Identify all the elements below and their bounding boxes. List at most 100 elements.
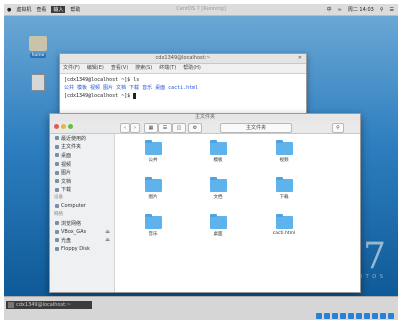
terminal-title: cdx1349@localhost:~	[155, 55, 211, 61]
folder-icon	[144, 140, 162, 155]
folder-icon	[275, 177, 293, 192]
shared-folder-icon[interactable]	[340, 313, 346, 319]
menu-list-icon[interactable]: ☰	[390, 7, 394, 13]
terminal-menu-edit[interactable]: 编辑(E)	[87, 64, 104, 73]
path-bar[interactable]: 主文件夹	[220, 123, 292, 133]
terminal-menu-help[interactable]: 帮助(H)	[183, 64, 201, 73]
list-view-icon[interactable]: ☰	[158, 123, 172, 133]
folder-item[interactable]: 视频	[261, 140, 307, 163]
file-manager-window[interactable]: 主文件夹 ‹ › ▦ ☰ ◫ ⚙ 主文件夹 ⚲ 最近使用的 主文件夹 桌面 视频…	[49, 113, 361, 293]
back-icon[interactable]: ‹	[120, 123, 130, 133]
disk-icon[interactable]	[316, 313, 322, 319]
eject-icon[interactable]: ⏏	[105, 237, 110, 243]
folder-item[interactable]: 公共	[130, 140, 176, 163]
home-folder-icon	[29, 36, 47, 51]
folder-item[interactable]: 图片	[130, 177, 176, 200]
mouse-integration-icon[interactable]	[380, 313, 386, 319]
close-icon[interactable]: ✕	[298, 54, 302, 63]
folder-item[interactable]: 音乐	[130, 214, 176, 237]
home-desktop-icon[interactable]: home	[26, 36, 50, 58]
sidebar-header-devices: 设备	[54, 195, 63, 201]
terminal-menu-view[interactable]: 查看(V)	[111, 64, 128, 73]
terminal-titlebar[interactable]: cdx1349@localhost:~ ✕	[60, 54, 306, 64]
sidebar-header-network: 网络	[54, 211, 63, 217]
folder-label: 公共	[148, 158, 158, 163]
trash-desktop-icon[interactable]	[26, 74, 50, 91]
taskbar: cdx1349@localhost:~	[4, 296, 398, 320]
folder-label: 图片	[148, 195, 158, 200]
folder-label: 文档	[213, 195, 223, 200]
sidebar-item-browse-network[interactable]: 浏览网络	[50, 219, 114, 228]
folder-icon	[275, 140, 293, 155]
drive-icon	[55, 204, 59, 209]
terminal-menu-file[interactable]: 文件(F)	[63, 64, 80, 73]
sidebar-item-vbox[interactable]: VBox_GAs ⏏	[50, 227, 114, 236]
grid-view-icon[interactable]: ▦	[144, 123, 158, 133]
centos-brand-number: 7	[363, 236, 386, 277]
clock: 周二 14:03	[347, 7, 374, 13]
trash-icon	[31, 74, 45, 91]
folder-item[interactable]: 桌面	[195, 214, 241, 237]
optical-drive-icon[interactable]	[324, 313, 330, 319]
maximize-dot-icon[interactable]	[68, 124, 73, 129]
folder-icon	[209, 177, 227, 192]
column-view-icon[interactable]: ◫	[172, 123, 186, 133]
terminal-prompt: [cdx1349@localhost ~]$	[64, 92, 302, 100]
folder-item[interactable]: 下载	[261, 177, 307, 200]
sidebar-item-computer[interactable]: Computer	[50, 202, 114, 211]
ls-output: 公共 模板 视频 图片 文档 下载 音乐 桌面 cacti.html	[64, 85, 199, 91]
folder-label: 音乐	[148, 232, 158, 237]
cpu-icon[interactable]	[372, 313, 378, 319]
terminal-body[interactable]: [cdx1349@localhost ~]$ ls 公共 模板 视频 图片 文档…	[60, 74, 306, 102]
host-key-icon[interactable]	[388, 313, 394, 319]
terminal-menu-search[interactable]: 搜索(S)	[135, 64, 152, 73]
search-icon[interactable]: ⚲	[380, 7, 384, 13]
clock-icon	[55, 136, 59, 141]
minimize-dot-icon[interactable]	[61, 124, 66, 129]
action-gear-icon[interactable]: ⚙	[188, 123, 202, 133]
folder-label: 桌面	[213, 232, 223, 237]
display-icon[interactable]	[348, 313, 354, 319]
terminal-menubar: 文件(F) 编辑(E) 查看(V) 搜索(S) 终端(T) 帮助(H)	[60, 64, 306, 74]
vm-window: ● 虚拟机 查看 输入 帮助 CentOS 7 [Running] 中 ≈ 周二…	[4, 4, 398, 320]
disc-icon	[55, 238, 59, 243]
file-manager-titlebar[interactable]: 主文件夹	[50, 114, 360, 121]
folder-item[interactable]: cacti.html	[261, 214, 307, 236]
search-icon[interactable]: ⚲	[332, 123, 344, 133]
forward-icon[interactable]: ›	[130, 123, 140, 133]
eject-icon[interactable]: ⏏	[105, 229, 110, 235]
window-controls	[54, 124, 73, 129]
recording-icon[interactable]	[364, 313, 370, 319]
sidebar-item-documents[interactable]: 文档	[50, 177, 114, 186]
terminal-cursor	[133, 92, 137, 99]
picture-icon	[55, 170, 59, 175]
usb-icon[interactable]	[332, 313, 338, 319]
system-tray	[316, 313, 394, 319]
sidebar-item-home[interactable]: 主文件夹	[50, 143, 114, 152]
download-icon	[55, 187, 59, 192]
sidebar-item-floppy[interactable]: Floppy Disk	[50, 245, 114, 254]
folder-label: cacti.html	[272, 231, 296, 236]
folder-icon	[144, 214, 162, 229]
sidebar-item-pictures[interactable]: 图片	[50, 168, 114, 177]
sidebar-item-downloads[interactable]: 下载	[50, 186, 114, 195]
terminal-icon	[8, 302, 14, 308]
home-icon	[55, 144, 59, 149]
terminal-menu-terminal[interactable]: 终端(T)	[159, 64, 176, 73]
taskbar-terminal-task[interactable]: cdx1349@localhost:~	[6, 301, 92, 309]
network-icon[interactable]	[356, 313, 362, 319]
input-method-indicator[interactable]: 中	[327, 6, 332, 13]
host-menubar: ● 虚拟机 查看 输入 帮助 CentOS 7 [Running] 中 ≈ 周二…	[4, 4, 398, 16]
wifi-icon[interactable]: ≈	[338, 7, 342, 13]
sidebar-item-recent[interactable]: 最近使用的	[50, 134, 114, 143]
folder-icon	[144, 177, 162, 192]
folder-item[interactable]: 文档	[195, 177, 241, 200]
sidebar-item-desktop[interactable]: 桌面	[50, 151, 114, 160]
terminal-line: [cdx1349@localhost ~]$ ls	[64, 77, 140, 83]
sidebar-item-videos[interactable]: 视频	[50, 160, 114, 169]
close-dot-icon[interactable]	[54, 124, 59, 129]
disc-icon	[55, 229, 59, 234]
desktop-icon	[55, 153, 59, 158]
sidebar-item-optical[interactable]: 光盘 ⏏	[50, 236, 114, 245]
folder-item[interactable]: 模板	[195, 140, 241, 163]
